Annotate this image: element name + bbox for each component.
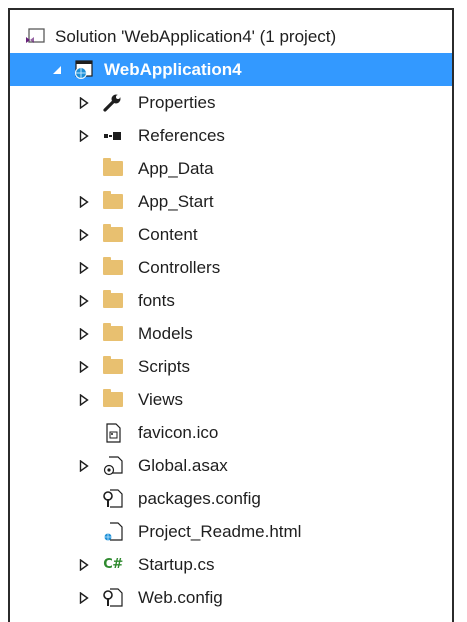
collapsed-arrow-icon[interactable]	[77, 228, 91, 242]
tree-item-controllers[interactable]: Controllers	[10, 251, 452, 284]
tree-item-label: Models	[138, 323, 193, 343]
tree-item-fonts[interactable]: fonts	[10, 284, 452, 317]
config-file-icon	[102, 488, 124, 509]
tree-item-label: References	[138, 125, 225, 145]
tree-item-label: Controllers	[138, 257, 221, 277]
folder-icon	[102, 389, 124, 410]
html-file-icon	[102, 521, 124, 542]
tree-item-label: Content	[138, 224, 198, 244]
globe-project-icon	[72, 59, 94, 80]
image-file-icon	[102, 422, 124, 443]
tree-item-label: fonts	[138, 290, 175, 310]
collapsed-arrow-icon[interactable]	[77, 591, 91, 605]
collapsed-arrow-icon[interactable]	[77, 261, 91, 275]
folder-icon	[102, 257, 124, 278]
csharp-file-icon: C#	[103, 557, 123, 572]
folder-icon	[102, 290, 124, 311]
solution-icon	[24, 27, 46, 47]
tree-item-project[interactable]: WebApplication4	[10, 53, 452, 86]
tree-item-label: Web.config	[138, 587, 223, 607]
solution-label: Solution 'WebApplication4' (1 project)	[55, 26, 337, 46]
expanded-arrow-icon[interactable]	[50, 63, 64, 77]
tree-item-views[interactable]: Views	[10, 383, 452, 416]
tree-item-label: Startup.cs	[138, 554, 215, 574]
collapsed-arrow-icon[interactable]	[77, 129, 91, 143]
collapsed-arrow-icon[interactable]	[77, 360, 91, 374]
tree-item-references[interactable]: References	[10, 119, 452, 152]
collapsed-arrow-icon[interactable]	[77, 558, 91, 572]
tree-item-label: packages.config	[138, 488, 261, 508]
tree-item-models[interactable]: Models	[10, 317, 452, 350]
collapsed-arrow-icon[interactable]	[77, 459, 91, 473]
tree-item-global-asax[interactable]: Global.asax	[10, 449, 452, 482]
tree-item-web-config[interactable]: Web.config	[10, 581, 452, 614]
references-icon	[102, 126, 124, 146]
tree-item-properties[interactable]: Properties	[10, 86, 452, 119]
collapsed-arrow-icon[interactable]	[77, 393, 91, 407]
config-file-icon	[102, 587, 124, 608]
wrench-icon	[102, 93, 124, 113]
folder-icon	[102, 356, 124, 377]
tree-item-label: App_Data	[138, 158, 214, 178]
tree-item-content[interactable]: Content	[10, 218, 452, 251]
tree-item-label: App_Start	[138, 191, 214, 211]
asax-file-icon	[102, 455, 124, 476]
tree-item-app-data[interactable]: App_Data	[10, 152, 452, 185]
collapsed-arrow-icon[interactable]	[77, 195, 91, 209]
collapsed-arrow-icon[interactable]	[77, 96, 91, 110]
tree-item-project-readme[interactable]: Project_Readme.html	[10, 515, 452, 548]
tree-item-label: Scripts	[138, 356, 190, 376]
folder-icon	[102, 191, 124, 212]
solution-tree: Solution 'WebApplication4' (1 project) W…	[10, 20, 452, 614]
tree-item-solution[interactable]: Solution 'WebApplication4' (1 project)	[10, 20, 452, 53]
folder-icon	[102, 323, 124, 344]
tree-item-packages-config[interactable]: packages.config	[10, 482, 452, 515]
tree-item-label: Project_Readme.html	[138, 521, 302, 541]
tree-item-favicon[interactable]: favicon.ico	[10, 416, 452, 449]
tree-item-app-start[interactable]: App_Start	[10, 185, 452, 218]
folder-icon	[102, 158, 124, 179]
tree-item-label: favicon.ico	[138, 422, 219, 442]
collapsed-arrow-icon[interactable]	[77, 327, 91, 341]
tree-item-label: Views	[138, 389, 184, 409]
tree-item-label: Properties	[138, 92, 216, 112]
tree-item-scripts[interactable]: Scripts	[10, 350, 452, 383]
collapsed-arrow-icon[interactable]	[77, 294, 91, 308]
tree-item-startup-cs[interactable]: C# Startup.cs	[10, 548, 452, 581]
project-label: WebApplication4	[104, 59, 242, 79]
tree-item-label: Global.asax	[138, 455, 228, 475]
folder-icon	[102, 224, 124, 245]
solution-explorer-panel: Solution 'WebApplication4' (1 project) W…	[8, 8, 454, 622]
